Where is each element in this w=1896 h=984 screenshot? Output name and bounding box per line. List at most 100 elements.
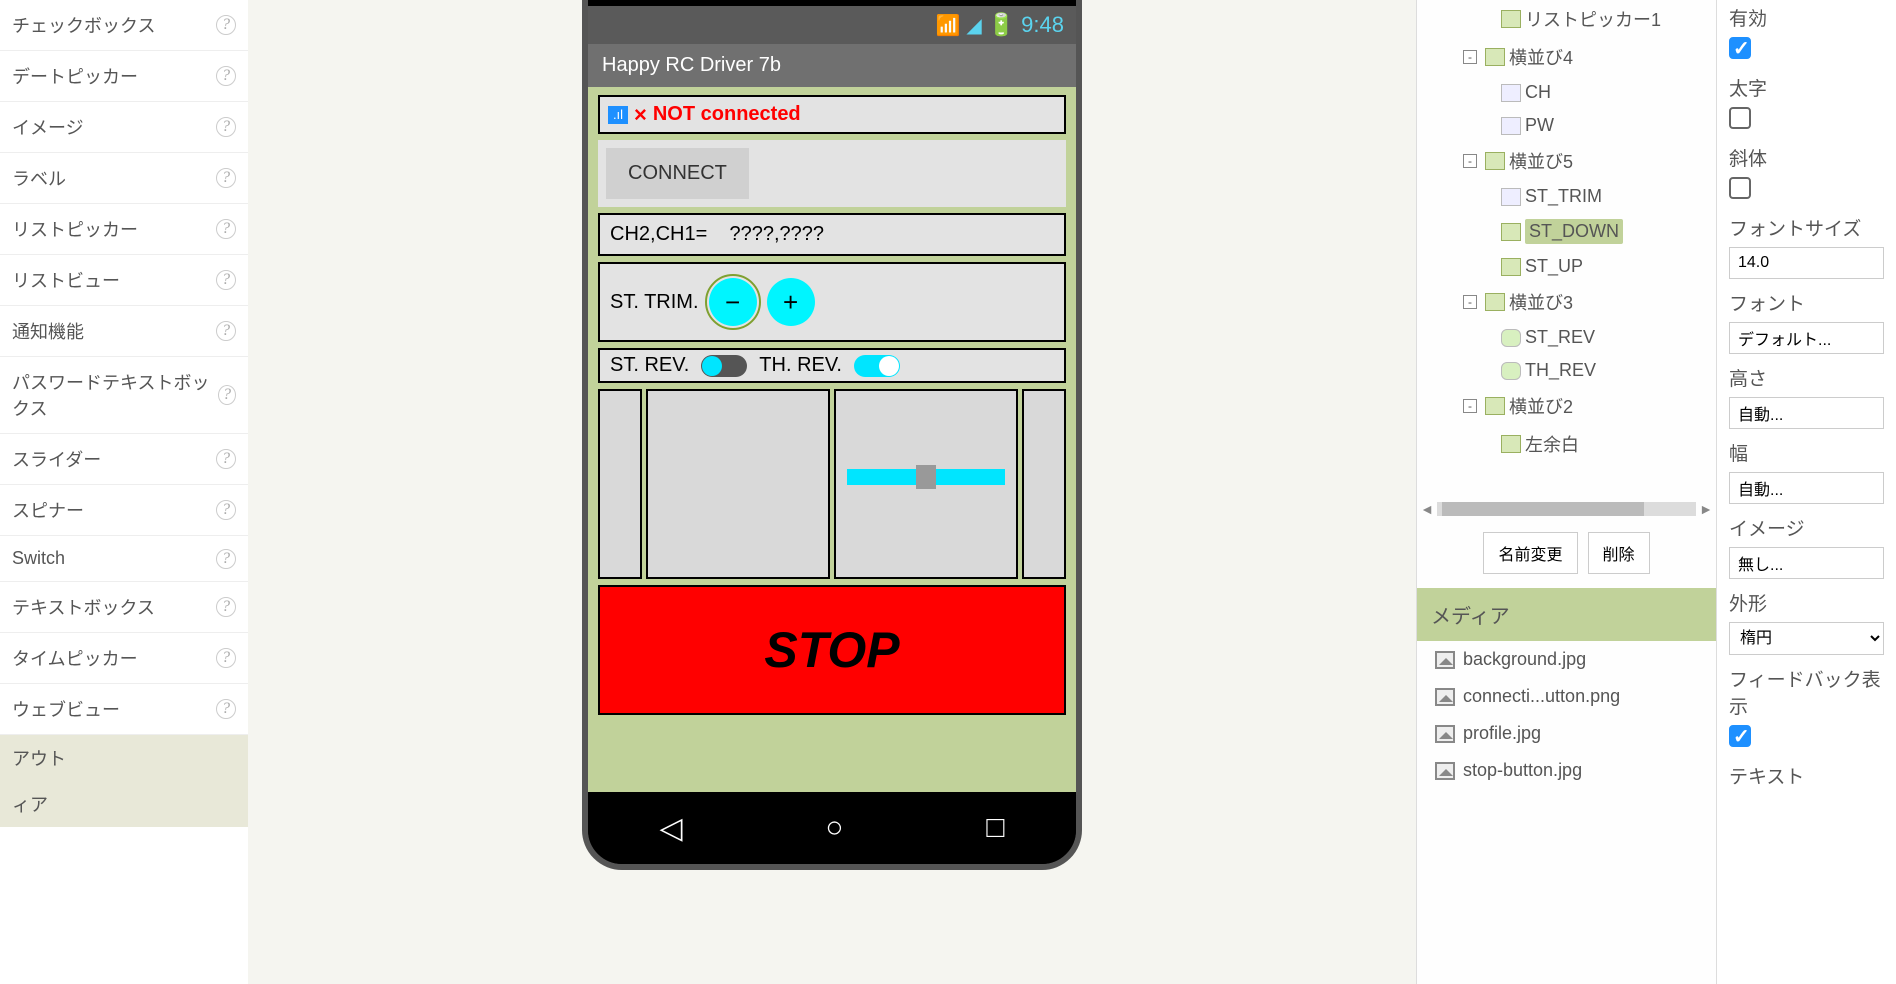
help-icon[interactable]: ? — [216, 219, 236, 239]
th-rev-switch[interactable] — [854, 355, 900, 377]
prop-image-input[interactable] — [1729, 547, 1884, 579]
palette-item[interactable]: リストピッカー? — [0, 204, 248, 255]
media-item[interactable]: background.jpg — [1417, 641, 1716, 678]
delete-button[interactable]: 削除 — [1588, 532, 1650, 574]
palette-item[interactable]: デートピッカー? — [0, 51, 248, 102]
palette-item[interactable]: チェックボックス? — [0, 0, 248, 51]
tree-node[interactable]: ST_REV — [1417, 321, 1716, 354]
hbox-icon — [1485, 293, 1505, 311]
rename-button[interactable]: 名前変更 — [1483, 532, 1577, 574]
expander-icon[interactable]: - — [1463, 50, 1477, 64]
tree-node-label: 横並び4 — [1509, 44, 1573, 70]
palette-heading-media[interactable]: ィア — [0, 781, 248, 827]
hbox-icon — [1485, 397, 1505, 415]
palette-item[interactable]: ラベル? — [0, 153, 248, 204]
scroll-right-icon[interactable]: ► — [1696, 501, 1716, 517]
tree-node[interactable]: ST_DOWN — [1417, 213, 1716, 250]
media-item[interactable]: profile.jpg — [1417, 715, 1716, 752]
tree-node[interactable]: CH — [1417, 76, 1716, 109]
palette-item[interactable]: Switch? — [0, 536, 248, 582]
label-icon — [1501, 84, 1521, 102]
throttle-slider[interactable] — [847, 469, 1005, 485]
tree-node[interactable]: PW — [1417, 109, 1716, 142]
prop-feedback-checkbox[interactable] — [1729, 725, 1751, 747]
connect-button[interactable]: CONNECT — [606, 148, 749, 199]
left-slider-area[interactable] — [646, 389, 830, 579]
right-slider-area[interactable] — [834, 389, 1018, 579]
prop-italic-checkbox[interactable] — [1729, 177, 1751, 199]
media-heading[interactable]: メディア — [1417, 588, 1716, 641]
prop-width-input[interactable] — [1729, 472, 1884, 504]
prop-height-input[interactable] — [1729, 397, 1884, 429]
help-icon[interactable]: ? — [216, 699, 236, 719]
help-icon[interactable]: ? — [216, 117, 236, 137]
back-icon[interactable]: ◁ — [659, 811, 682, 846]
hbox-icon — [1485, 48, 1505, 66]
help-icon[interactable]: ? — [216, 549, 236, 569]
palette-item-label: テキストボックス — [12, 594, 155, 620]
tree-node[interactable]: TH_REV — [1417, 354, 1716, 387]
tree-scroll[interactable]: リストピッカー1 - 横並び4 CHPW-横並び5 ST_TRIM ST_DOWNST_U… — [1417, 0, 1716, 500]
stop-button[interactable]: STOP — [598, 585, 1066, 715]
prop-bold-checkbox[interactable] — [1729, 107, 1751, 129]
tree-node[interactable]: ST_TRIM — [1417, 180, 1716, 213]
help-icon[interactable]: ? — [216, 500, 236, 520]
tree-node[interactable]: リストピッカー1 — [1417, 0, 1716, 38]
palette-item[interactable]: 通知機能? — [0, 306, 248, 357]
tree-hscroll[interactable]: ◄ ► — [1417, 500, 1716, 518]
palette-item[interactable]: スライダー? — [0, 434, 248, 485]
tree-node[interactable]: -横並び2 — [1417, 387, 1716, 425]
help-icon[interactable]: ? — [216, 66, 236, 86]
palette-item[interactable]: テキストボックス? — [0, 582, 248, 633]
palette-heading-layout[interactable]: アウト — [0, 735, 248, 781]
palette-item[interactable]: イメージ? — [0, 102, 248, 153]
slider-thumb[interactable] — [916, 465, 936, 489]
expander-icon[interactable]: - — [1463, 399, 1477, 413]
battery-icon: 🔋 — [988, 12, 1015, 38]
palette-item[interactable]: スピナー? — [0, 485, 248, 536]
app-title: Happy RC Driver 7b — [588, 44, 1076, 87]
component-tree: リストピッカー1 - 横並び4 CHPW-横並び5 ST_TRIM ST_DOWNST_U… — [1416, 0, 1716, 984]
prop-font-input[interactable] — [1729, 322, 1884, 354]
palette-item[interactable]: リストビュー? — [0, 255, 248, 306]
help-icon[interactable]: ? — [216, 597, 236, 617]
trim-up-button[interactable]: + — [767, 278, 815, 326]
tree-node[interactable]: ST_UP — [1417, 250, 1716, 283]
palette-item[interactable]: タイムピッカー? — [0, 633, 248, 684]
tree-node[interactable]: 左余白 — [1417, 425, 1716, 463]
prop-enabled-checkbox[interactable] — [1729, 37, 1751, 59]
prop-shape-select[interactable]: 楕円 — [1729, 622, 1884, 655]
app-body: .ıl × NOT connected CONNECT CH2,CH1= ???… — [588, 87, 1076, 792]
expander-icon[interactable]: - — [1463, 295, 1477, 309]
tree-node-label: ST_TRIM — [1525, 186, 1602, 207]
palette-item[interactable]: パスワードテキストボックス? — [0, 357, 248, 434]
help-icon[interactable]: ? — [216, 648, 236, 668]
recent-icon[interactable]: □ — [986, 811, 1004, 845]
image-file-icon — [1435, 688, 1455, 706]
help-icon[interactable]: ? — [218, 385, 236, 405]
switch-icon — [1501, 329, 1521, 347]
media-item[interactable]: stop-button.jpg — [1417, 752, 1716, 789]
tree-node[interactable]: -横並び5 — [1417, 142, 1716, 180]
prop-fontsize-input[interactable] — [1729, 247, 1884, 279]
hbox-icon — [1501, 223, 1521, 241]
help-icon[interactable]: ? — [216, 270, 236, 290]
expander-icon[interactable]: - — [1463, 154, 1477, 168]
st-rev-switch[interactable] — [701, 355, 747, 377]
help-icon[interactable]: ? — [216, 449, 236, 469]
home-icon[interactable]: ○ — [825, 811, 843, 845]
palette-item[interactable]: ウェブビュー? — [0, 684, 248, 735]
palette-item-label: デートピッカー — [12, 63, 138, 89]
tree-node[interactable]: -横並び3 — [1417, 283, 1716, 321]
help-icon[interactable]: ? — [216, 168, 236, 188]
hscroll-track[interactable] — [1437, 502, 1696, 516]
scroll-left-icon[interactable]: ◄ — [1417, 501, 1437, 517]
trim-down-button[interactable]: − — [709, 278, 757, 326]
palette-item-label: ウェブビュー — [12, 696, 120, 722]
hbox-icon — [1501, 258, 1521, 276]
help-icon[interactable]: ? — [216, 321, 236, 341]
tree-node[interactable]: - 横並び4 — [1417, 38, 1716, 76]
media-item[interactable]: connecti...utton.png — [1417, 678, 1716, 715]
screen: 📶 ◢ 🔋 9:48 Happy RC Driver 7b .ıl × NOT … — [588, 6, 1076, 792]
help-icon[interactable]: ? — [216, 15, 236, 35]
